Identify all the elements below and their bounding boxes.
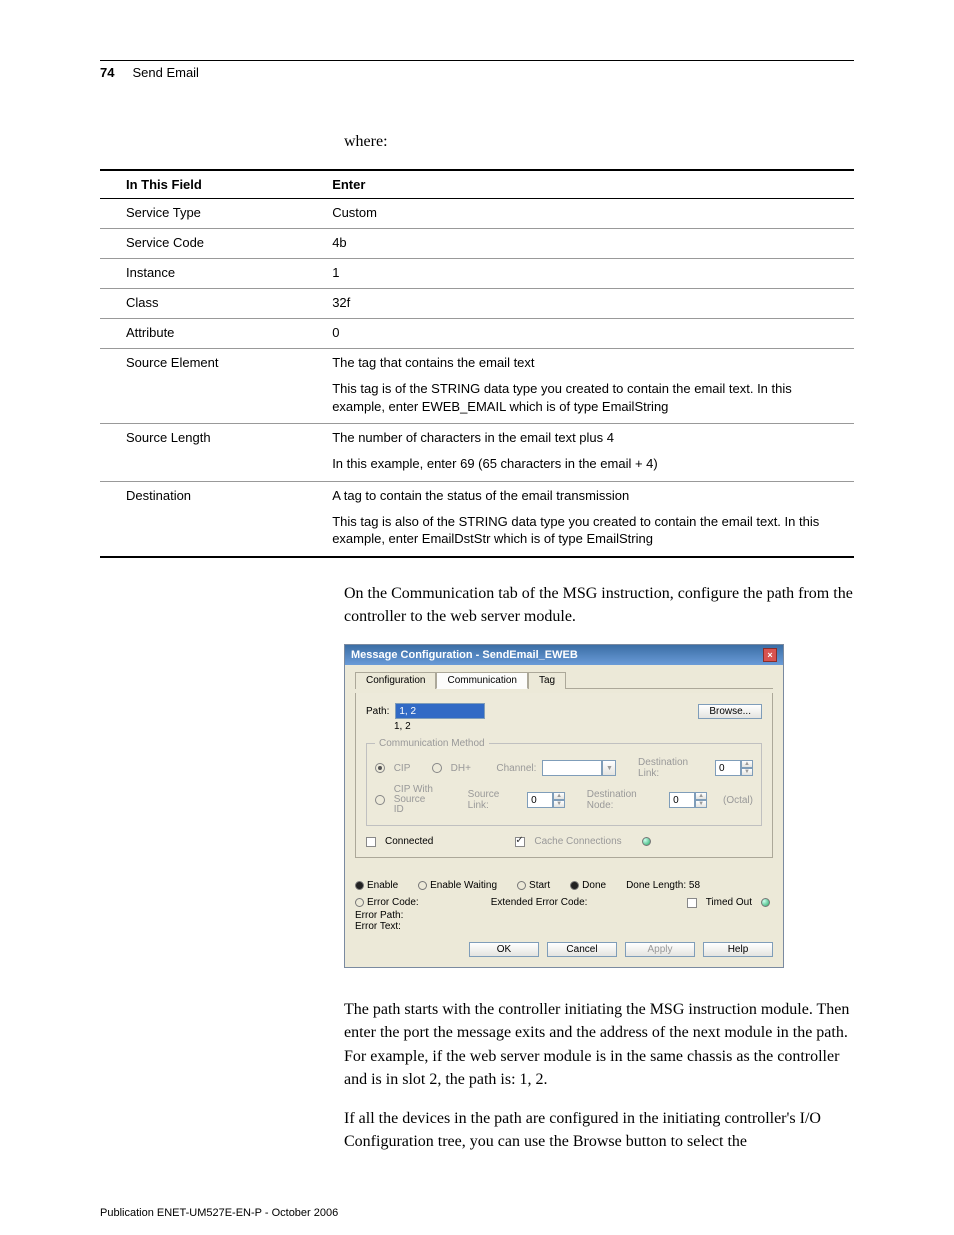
cell-sub: This tag is also of the STRING data type… bbox=[332, 513, 848, 548]
done-length-label: Done Length: bbox=[626, 880, 686, 891]
radio-cip[interactable] bbox=[375, 763, 385, 773]
path-label: Path: bbox=[366, 706, 389, 717]
cache-label: Cache Connections bbox=[534, 836, 621, 847]
table-row: Destination A tag to contain the status … bbox=[100, 481, 854, 557]
octal-label: (Octal) bbox=[723, 795, 753, 806]
where-label: where: bbox=[344, 130, 854, 153]
dialog-title: Message Configuration - SendEmail_EWEB bbox=[351, 649, 578, 661]
source-link-input[interactable] bbox=[527, 792, 553, 808]
tab-strip: Configuration Communication Tag bbox=[355, 671, 773, 689]
cell-main: The number of characters in the email te… bbox=[332, 430, 614, 445]
channel-select[interactable] bbox=[542, 760, 602, 776]
extended-error-label: Extended Error Code: bbox=[491, 897, 588, 908]
chevron-down-icon[interactable]: ▼ bbox=[741, 768, 753, 776]
error-text-label: Error Text: bbox=[355, 921, 773, 932]
path-echo: 1, 2 bbox=[394, 721, 411, 732]
enable-label: Enable bbox=[367, 880, 398, 891]
th-enter: Enter bbox=[326, 170, 854, 199]
table-row: Instance1 bbox=[100, 259, 854, 289]
table-row: Source Element The tag that contains the… bbox=[100, 349, 854, 424]
error-led-icon bbox=[355, 898, 364, 907]
table-row: Attribute0 bbox=[100, 319, 854, 349]
done-length-value: 58 bbox=[689, 880, 700, 891]
table-row: Source Length The number of characters i… bbox=[100, 424, 854, 482]
ok-button[interactable]: OK bbox=[469, 942, 539, 957]
path-input[interactable] bbox=[395, 703, 485, 719]
cell-main: The tag that contains the email text bbox=[332, 355, 534, 370]
start-led-icon bbox=[517, 881, 526, 890]
connected-checkbox[interactable] bbox=[366, 837, 376, 847]
tab-communication[interactable]: Communication bbox=[436, 672, 527, 689]
dest-node-label: Destination Node: bbox=[587, 789, 663, 811]
publication-footer: Publication ENET-UM527E-EN-P - October 2… bbox=[100, 1207, 338, 1219]
close-icon[interactable]: × bbox=[763, 648, 777, 662]
enable-waiting-label: Enable Waiting bbox=[430, 880, 497, 891]
table-row: Service Code4b bbox=[100, 229, 854, 259]
done-led-icon bbox=[570, 881, 579, 890]
cache-checkbox[interactable] bbox=[515, 837, 525, 847]
cell-main: A tag to contain the status of the email… bbox=[332, 488, 629, 503]
chevron-up-icon[interactable]: ▲ bbox=[695, 792, 707, 800]
tab-tag[interactable]: Tag bbox=[528, 672, 566, 689]
error-path-label: Error Path: bbox=[355, 910, 773, 921]
cell-sub: In this example, enter 69 (65 characters… bbox=[332, 455, 848, 473]
chevron-up-icon[interactable]: ▲ bbox=[741, 760, 753, 768]
done-label: Done bbox=[582, 880, 606, 891]
paragraph-after-dialog-1: The path starts with the controller init… bbox=[344, 998, 854, 1091]
cache-led-icon bbox=[642, 837, 651, 846]
source-link-label: Source Link: bbox=[468, 789, 521, 811]
enable-waiting-led-icon bbox=[418, 881, 427, 890]
section-title: Send Email bbox=[132, 65, 198, 80]
error-code-label: Error Code: bbox=[367, 897, 419, 908]
radio-cip-with-source-id[interactable] bbox=[375, 795, 385, 805]
paragraph-after-dialog-2: If all the devices in the path are confi… bbox=[344, 1107, 854, 1153]
comm-method-legend: Communication Method bbox=[375, 738, 489, 749]
dest-link-input[interactable] bbox=[715, 760, 741, 776]
channel-label: Channel: bbox=[496, 763, 536, 774]
chevron-down-icon[interactable]: ▼ bbox=[602, 760, 616, 776]
dest-node-input[interactable] bbox=[669, 792, 695, 808]
dest-link-label: Destination Link: bbox=[638, 757, 709, 779]
chevron-up-icon[interactable]: ▲ bbox=[553, 792, 565, 800]
paragraph-before-dialog: On the Communication tab of the MSG inst… bbox=[344, 582, 854, 628]
connected-label: Connected bbox=[385, 836, 433, 847]
enable-led-icon bbox=[355, 881, 364, 890]
page-number: 74 bbox=[100, 65, 114, 80]
message-config-dialog: Message Configuration - SendEmail_EWEB ×… bbox=[344, 644, 784, 968]
header-rule bbox=[100, 60, 854, 61]
page-header: 74 Send Email bbox=[100, 65, 854, 80]
field-spec-table: In This Field Enter Service TypeCustom S… bbox=[100, 169, 854, 558]
cancel-button[interactable]: Cancel bbox=[547, 942, 617, 957]
radio-dhplus[interactable] bbox=[432, 763, 442, 773]
tab-configuration[interactable]: Configuration bbox=[355, 672, 436, 689]
help-button[interactable]: Help bbox=[703, 942, 773, 957]
th-field: In This Field bbox=[100, 170, 326, 199]
table-row: Service TypeCustom bbox=[100, 199, 854, 229]
table-row: Class32f bbox=[100, 289, 854, 319]
timed-out-label: Timed Out bbox=[706, 897, 752, 908]
dialog-titlebar[interactable]: Message Configuration - SendEmail_EWEB × bbox=[345, 645, 783, 665]
timed-out-checkbox[interactable] bbox=[687, 898, 697, 908]
chevron-down-icon[interactable]: ▼ bbox=[695, 800, 707, 808]
communication-method-group: Communication Method CIP DH+ Channel: ▼ … bbox=[366, 738, 762, 826]
browse-button[interactable]: Browse... bbox=[698, 704, 762, 719]
cell-sub: This tag is of the STRING data type you … bbox=[332, 380, 848, 415]
chevron-down-icon[interactable]: ▼ bbox=[553, 800, 565, 808]
start-label: Start bbox=[529, 880, 550, 891]
apply-button[interactable]: Apply bbox=[625, 942, 695, 957]
timed-out-led-icon bbox=[761, 898, 770, 907]
